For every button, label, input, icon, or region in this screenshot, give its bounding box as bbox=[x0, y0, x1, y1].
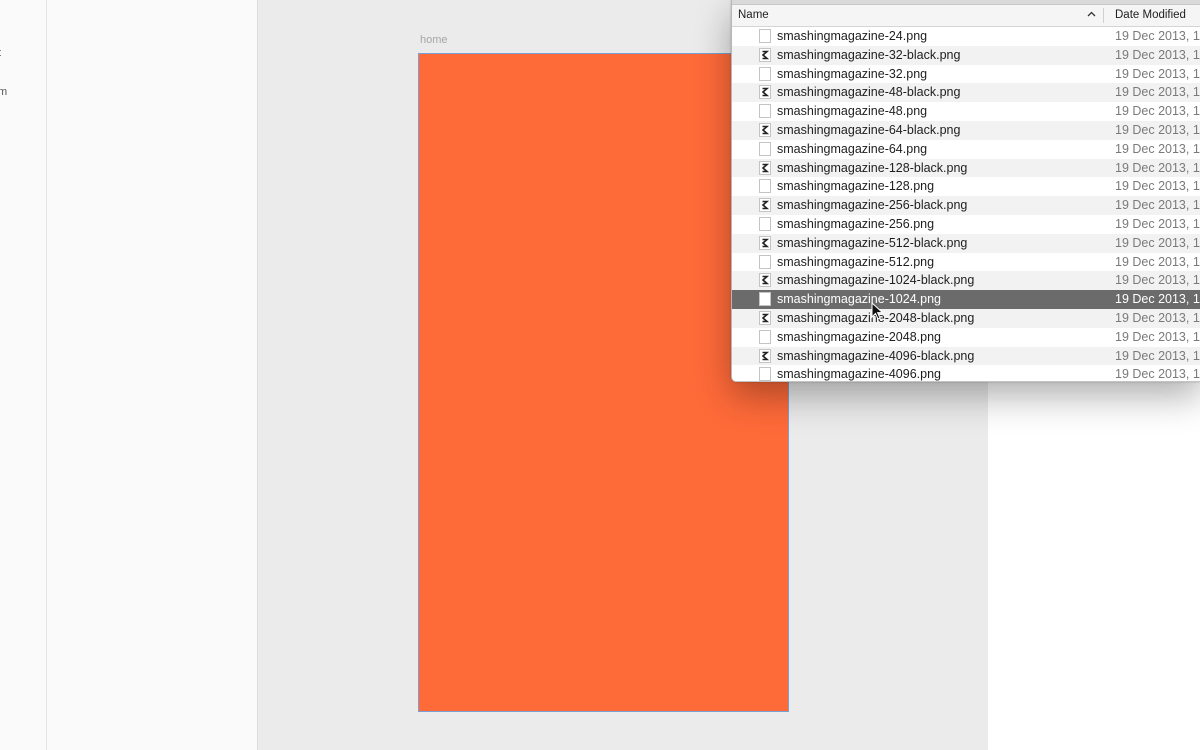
file-row-selected[interactable]: smashingmagazine-1024.png 19 Dec 2013, 11 bbox=[732, 290, 1200, 309]
file-row[interactable]: smashingmagazine-512.png 19 Dec 2013, 11 bbox=[732, 253, 1200, 272]
file-row[interactable]: smashingmagazine-2048.png 19 Dec 2013, 11 bbox=[732, 328, 1200, 347]
file-row[interactable]: smashingmagazine-64-black.png 19 Dec 2013… bbox=[732, 120, 1200, 140]
artboard-name-label[interactable]: home bbox=[420, 34, 448, 46]
blank-file-icon bbox=[759, 254, 771, 269]
smashing-logo-file-icon bbox=[759, 198, 771, 213]
chevron-up-icon[interactable] bbox=[1086, 7, 1097, 24]
file-row[interactable]: smashingmagazine-2048-black.png 19 Dec 20… bbox=[732, 308, 1200, 328]
smashing-logo-file-icon bbox=[759, 85, 771, 100]
file-name: smashingmagazine-48-black.png bbox=[777, 85, 961, 100]
file-date-modified: 19 Dec 2013, 11 bbox=[1115, 367, 1200, 382]
smashing-logo-file-icon bbox=[759, 273, 771, 288]
blank-file-icon bbox=[759, 292, 771, 307]
column-divider[interactable] bbox=[1103, 8, 1104, 23]
blank-file-icon bbox=[759, 104, 771, 119]
left-sidebar-panel: l t m bbox=[0, 0, 258, 750]
file-row[interactable]: smashingmagazine-256-black.png 19 Dec 201… bbox=[732, 196, 1200, 215]
file-name: smashingmagazine-24.png bbox=[777, 29, 928, 43]
file-name: smashingmagazine-48.png bbox=[777, 104, 928, 119]
blank-file-icon bbox=[759, 179, 771, 194]
file-row[interactable]: smashingmagazine-64.png 19 Dec 2013, 11 bbox=[732, 140, 1200, 159]
file-list: smashingmagazine-24.png 19 Dec 2013, 11 sm… bbox=[732, 27, 1200, 382]
file-row[interactable]: smashingmagazine-48-black.png 19 Dec 2013… bbox=[732, 83, 1200, 103]
file-name: smashingmagazine-256.png bbox=[777, 216, 935, 231]
blank-file-icon bbox=[759, 329, 771, 344]
name-column-header[interactable]: Name bbox=[738, 9, 769, 21]
file-row[interactable]: smashingmagazine-24.png 19 Dec 2013, 11 bbox=[732, 27, 1200, 46]
file-date-modified: 19 Dec 2013, 11 bbox=[1115, 104, 1200, 119]
smashing-logo-file-icon bbox=[759, 47, 771, 62]
file-date-modified: 19 Dec 2013, 11 bbox=[1115, 160, 1200, 175]
file-date-modified: 19 Dec 2013, 11 bbox=[1115, 47, 1200, 62]
file-row[interactable]: smashingmagazine-4096.png 19 Dec 2013, 11 bbox=[732, 365, 1200, 382]
blank-file-icon bbox=[759, 141, 771, 156]
file-date-modified: 19 Dec 2013, 11 bbox=[1115, 29, 1200, 43]
file-date-modified: 19 Dec 2013, 11 bbox=[1115, 292, 1200, 307]
file-date-modified: 19 Dec 2013, 11 bbox=[1115, 329, 1200, 344]
file-row[interactable]: smashingmagazine-256.png 19 Dec 2013, 11 bbox=[732, 215, 1200, 234]
blank-file-icon bbox=[759, 367, 771, 381]
file-name: smashingmagazine-1024.png bbox=[777, 292, 941, 307]
column-header-bar: Name Date Modified bbox=[732, 5, 1200, 27]
file-date-modified: 19 Dec 2013, 11 bbox=[1115, 122, 1200, 137]
file-name: smashingmagazine-4096.png bbox=[777, 367, 941, 382]
smashing-logo-file-icon bbox=[759, 310, 771, 325]
smashing-logo-file-icon bbox=[759, 348, 771, 363]
file-name: smashingmagazine-128-black.png bbox=[777, 160, 968, 175]
file-date-modified: 19 Dec 2013, 11 bbox=[1115, 348, 1200, 363]
file-date-modified: 19 Dec 2013, 11 bbox=[1115, 141, 1200, 156]
file-row[interactable]: smashingmagazine-32-black.png 19 Dec 2013… bbox=[732, 45, 1200, 65]
file-date-modified: 19 Dec 2013, 11 bbox=[1115, 254, 1200, 269]
file-row[interactable]: smashingmagazine-128-black.png 19 Dec 201… bbox=[732, 158, 1200, 178]
file-name: smashingmagazine-64.png bbox=[777, 141, 928, 156]
file-date-modified: 19 Dec 2013, 11 bbox=[1115, 273, 1200, 288]
file-name: smashingmagazine-512-black.png bbox=[777, 235, 968, 250]
file-row[interactable]: smashingmagazine-32.png 19 Dec 2013, 11 bbox=[732, 65, 1200, 84]
finder-window[interactable]: Name Date Modified smashingmagazine-24.p… bbox=[731, 0, 1200, 382]
file-date-modified: 19 Dec 2013, 11 bbox=[1115, 66, 1200, 81]
file-date-modified: 19 Dec 2013, 11 bbox=[1115, 198, 1200, 213]
file-row[interactable]: smashingmagazine-48.png 19 Dec 2013, 11 bbox=[732, 102, 1200, 121]
file-date-modified: 19 Dec 2013, 11 bbox=[1115, 235, 1200, 250]
file-name: smashingmagazine-2048.png bbox=[777, 329, 941, 344]
file-name: smashingmagazine-1024-black.png bbox=[777, 273, 975, 288]
file-name: smashingmagazine-512.png bbox=[777, 254, 935, 269]
file-row[interactable]: smashingmagazine-4096-black.png 19 Dec 20… bbox=[732, 346, 1200, 366]
file-name: smashingmagazine-128.png bbox=[777, 179, 935, 194]
blank-file-icon bbox=[759, 66, 771, 81]
file-date-modified: 19 Dec 2013, 11 bbox=[1115, 179, 1200, 194]
file-date-modified: 19 Dec 2013, 11 bbox=[1115, 216, 1200, 231]
left-strip-fragment[interactable]: m bbox=[0, 86, 7, 98]
file-name: smashingmagazine-64-black.png bbox=[777, 122, 961, 137]
file-name: smashingmagazine-256-black.png bbox=[777, 198, 968, 213]
file-name: smashingmagazine-4096-black.png bbox=[777, 348, 975, 363]
smashing-logo-file-icon bbox=[759, 122, 771, 137]
file-row[interactable]: smashingmagazine-128.png 19 Dec 2013, 11 bbox=[732, 177, 1200, 196]
file-date-modified: 19 Dec 2013, 11 bbox=[1115, 85, 1200, 100]
smashing-logo-file-icon bbox=[759, 235, 771, 250]
file-row[interactable]: smashingmagazine-1024-black.png 19 Dec 20… bbox=[732, 271, 1200, 291]
mouse-pointer-icon bbox=[871, 301, 885, 322]
left-icon-strip: l t m bbox=[0, 0, 47, 750]
blank-file-icon bbox=[759, 216, 771, 231]
file-date-modified: 19 Dec 2013, 11 bbox=[1115, 310, 1200, 325]
file-row[interactable]: smashingmagazine-512-black.png 19 Dec 201… bbox=[732, 233, 1200, 253]
date-modified-column-header[interactable]: Date Modified bbox=[1115, 9, 1186, 21]
left-strip-fragment[interactable]: t bbox=[0, 47, 1, 59]
file-name: smashingmagazine-32-black.png bbox=[777, 47, 961, 62]
file-name: smashingmagazine-32.png bbox=[777, 66, 928, 81]
smashing-logo-file-icon bbox=[759, 160, 771, 175]
blank-file-icon bbox=[759, 29, 771, 43]
